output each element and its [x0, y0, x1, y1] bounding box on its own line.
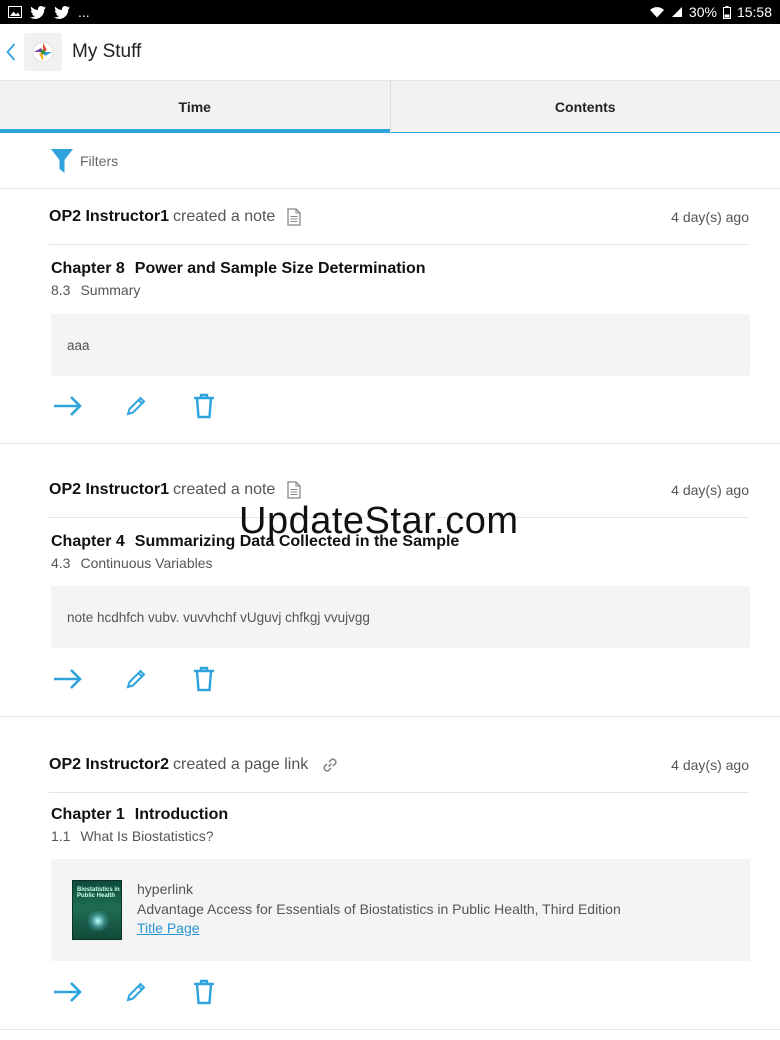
arrow-right-icon	[54, 982, 82, 1002]
delete-button[interactable]	[188, 976, 220, 1008]
clock: 15:58	[736, 4, 772, 20]
chapter-heading[interactable]: Chapter 8 Power and Sample Size Determina…	[51, 260, 426, 278]
timestamp: 4 day(s) ago	[671, 756, 749, 773]
chevron-left-icon	[6, 43, 16, 61]
section-number: 4.3	[51, 555, 71, 571]
twitter-icon	[54, 5, 70, 19]
pencil-icon	[126, 982, 146, 1002]
filter-icon	[51, 148, 73, 173]
section-number: 8.3	[51, 282, 71, 298]
section-heading: 1.1 What Is Biostatistics?	[51, 828, 214, 844]
back-button[interactable]	[0, 24, 22, 81]
section-heading: 4.3 Continuous Variables	[51, 555, 213, 571]
chapter-number: Chapter 4	[51, 533, 125, 550]
trash-icon	[194, 393, 214, 419]
wifi-icon	[649, 6, 665, 18]
section-number: 1.1	[51, 828, 71, 844]
section-title: Continuous Variables	[80, 555, 213, 571]
author-name: OP2 Instructor2	[49, 755, 170, 773]
book-cover-image: Biostatistics in Public Health	[72, 880, 122, 940]
activity-description: created a page link	[173, 755, 309, 773]
card-actions	[52, 663, 220, 695]
more-notifications: ...	[78, 4, 90, 20]
pencil-icon	[126, 396, 146, 416]
app-logo	[24, 33, 62, 71]
chapter-title: Introduction	[134, 806, 229, 823]
note-content: aaa	[51, 314, 750, 376]
chapter-title: Power and Sample Size Determination	[134, 260, 426, 277]
author-name: OP2 Instructor1	[49, 207, 170, 225]
section-heading: 8.3 Summary	[51, 282, 140, 298]
app-bar: My Stuff	[0, 24, 780, 81]
activity-card: OP2 Instructor2 created a page link 4 da…	[0, 737, 780, 1030]
card-header: OP2 Instructor2 created a page link 4 da…	[49, 737, 749, 793]
filters-button[interactable]: Filters	[0, 133, 780, 189]
chapter-number: Chapter 1	[51, 806, 125, 823]
twitter-icon	[30, 5, 46, 19]
page-link-content: Biostatistics in Public Health hyperlink …	[51, 859, 750, 961]
timestamp: 4 day(s) ago	[671, 208, 749, 225]
trash-icon	[194, 979, 214, 1005]
app-logo-icon	[32, 41, 54, 63]
link-icon	[320, 755, 340, 775]
activity-description: created a note	[173, 480, 276, 498]
system-icons: 30% 15:58	[649, 4, 772, 20]
gallery-icon	[8, 6, 22, 18]
card-actions	[52, 976, 220, 1008]
notification-icons: ...	[8, 4, 90, 20]
go-to-button[interactable]	[52, 663, 84, 695]
title-page-link[interactable]: Title Page	[137, 920, 200, 936]
edit-button[interactable]	[120, 663, 152, 695]
tab-time[interactable]: Time	[0, 81, 390, 133]
tab-contents[interactable]: Contents	[389, 81, 780, 133]
section-title: What Is Biostatistics?	[80, 828, 214, 844]
signal-icon	[671, 6, 683, 18]
battery-level: 30%	[688, 4, 717, 20]
go-to-button[interactable]	[52, 976, 84, 1008]
edit-button[interactable]	[120, 390, 152, 422]
watermark: UpdateStar.com	[239, 500, 519, 542]
activity-card: OP2 Instructor1 created a note 4 day(s) …	[0, 189, 780, 444]
delete-button[interactable]	[188, 663, 220, 695]
filters-label: Filters	[80, 152, 119, 169]
note-icon	[287, 480, 301, 499]
status-bar: ... 30% 15:58	[0, 0, 780, 24]
battery-icon	[722, 5, 731, 19]
chapter-heading[interactable]: Chapter 1 Introduction	[51, 806, 228, 824]
edit-button[interactable]	[120, 976, 152, 1008]
arrow-right-icon	[54, 396, 82, 416]
note-content: note hcdhfch vubv. vuvvhchf vUguvj chfkg…	[51, 586, 750, 648]
timestamp: 4 day(s) ago	[671, 481, 749, 498]
delete-button[interactable]	[188, 390, 220, 422]
arrow-right-icon	[54, 669, 82, 689]
note-icon	[287, 207, 301, 226]
activity-description: created a note	[173, 207, 276, 225]
card-actions	[52, 390, 220, 422]
card-header: OP2 Instructor1 created a note 4 day(s) …	[49, 189, 749, 245]
link-description: Advantage Access for Essentials of Biost…	[137, 901, 621, 917]
page-title: My Stuff	[72, 41, 142, 62]
go-to-button[interactable]	[52, 390, 84, 422]
section-title: Summary	[80, 282, 141, 298]
pencil-icon	[126, 669, 146, 689]
chapter-number: Chapter 8	[51, 260, 125, 277]
author-name: OP2 Instructor1	[49, 480, 170, 498]
trash-icon	[194, 666, 214, 692]
tab-bar: Time Contents	[0, 81, 780, 133]
link-type: hyperlink	[137, 881, 194, 897]
